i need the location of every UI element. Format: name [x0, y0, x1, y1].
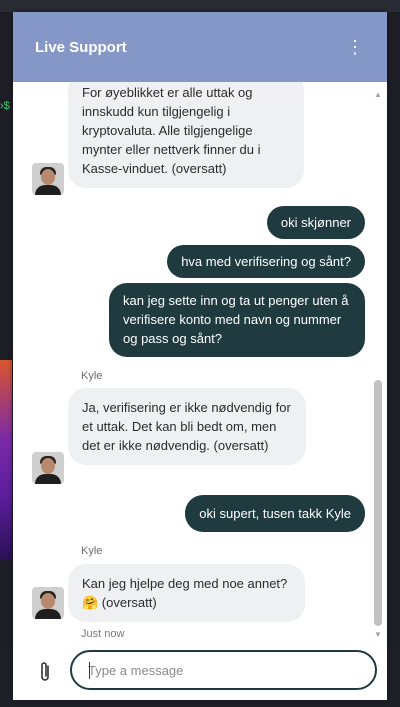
agent-message: Kan jeg hjelpe deg med noe annet? 🤗 (ove… — [68, 564, 305, 622]
agent-avatar — [32, 452, 64, 484]
message-text: kan jeg sette inn og ta ut penger uten å… — [123, 293, 349, 346]
paperclip-icon[interactable] — [37, 660, 53, 684]
scrollbar-thumb[interactable] — [374, 380, 382, 626]
user-message: oki skjønner — [266, 206, 365, 239]
sender-name: Kyle — [81, 545, 103, 557]
scroll-down-arrow-icon[interactable]: ▼ — [373, 630, 383, 640]
composer — [13, 648, 387, 700]
text-caret — [89, 662, 90, 679]
message-text: For øyeblikket er alle uttak og innskudd… — [82, 85, 261, 176]
chat-header: Live Support ⋮ — [13, 12, 387, 82]
message-list[interactable]: For øyeblikket er alle uttak og innskudd… — [13, 82, 387, 648]
message-text: oki supert, tusen takk Kyle — [199, 506, 351, 521]
message-text: hva med verifisering og sånt? — [181, 254, 351, 269]
message-text: Kan jeg hjelpe deg med noe annet? 🤗 (ove… — [82, 576, 288, 610]
user-message: kan jeg sette inn og ta ut penger uten å… — [109, 283, 365, 357]
scrollbar[interactable]: ▲ ▼ — [373, 90, 383, 640]
background-page-top — [0, 0, 400, 12]
agent-avatar — [32, 587, 64, 619]
user-message: hva med verifisering og sånt? — [167, 245, 365, 278]
background-promo-banner — [0, 360, 12, 560]
message-timestamp: Just now — [81, 628, 125, 640]
message-input[interactable] — [72, 652, 358, 688]
sender-name: Kyle — [81, 370, 103, 382]
more-vertical-icon[interactable]: ⋮ — [345, 38, 365, 56]
agent-message: For øyeblikket er alle uttak og innskudd… — [68, 82, 304, 188]
scroll-up-arrow-icon[interactable]: ▲ — [373, 90, 383, 100]
live-support-widget: Live Support ⋮ For øyeblikket er alle ut… — [13, 12, 387, 700]
message-text: Ja, verifisering er ikke nødvendig for e… — [82, 400, 291, 453]
agent-message: Ja, verifisering er ikke nødvendig for e… — [68, 388, 306, 465]
message-text: oki skjønner — [280, 215, 351, 230]
user-message: oki supert, tusen takk Kyle — [185, 495, 365, 532]
message-input-container[interactable] — [70, 650, 377, 690]
agent-avatar — [32, 163, 64, 195]
chat-title: Live Support — [35, 38, 127, 56]
background-page-fragment: ›$ — [0, 100, 10, 112]
